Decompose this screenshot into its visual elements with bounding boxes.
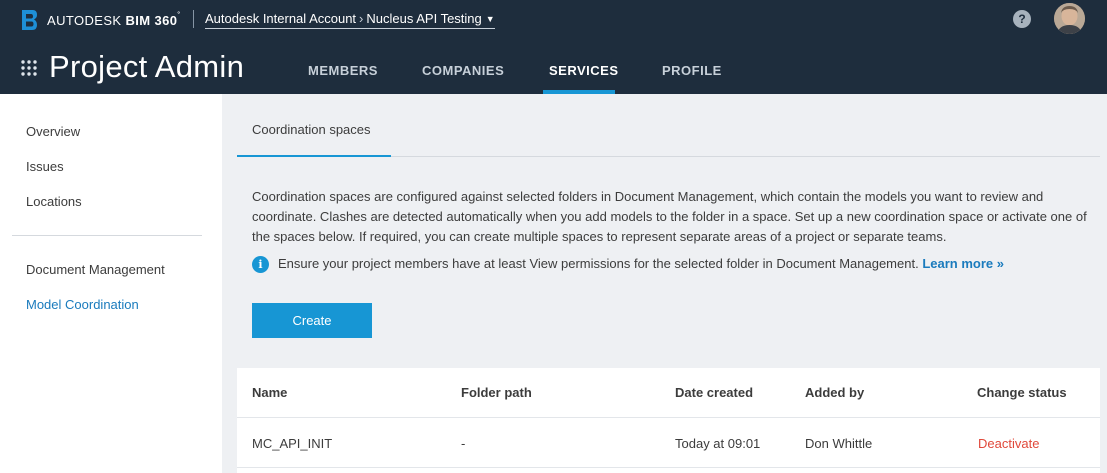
brand-name: AUTODESK BIM 360˚	[47, 11, 181, 28]
column-header-folder-path: Folder path	[461, 385, 532, 400]
sidebar-item-overview[interactable]: Overview	[26, 124, 80, 139]
sidebar-item-model-coordination[interactable]: Model Coordination	[26, 297, 139, 312]
tab-companies[interactable]: COMPANIES	[422, 63, 504, 78]
brand-trademark: ˚	[177, 11, 181, 21]
learn-more-link[interactable]: Learn more »	[922, 256, 1004, 271]
help-icon[interactable]: ?	[1013, 10, 1031, 28]
avatar[interactable]	[1054, 3, 1085, 34]
column-header-change-status: Change status	[977, 385, 1067, 400]
sidebar-item-issues[interactable]: Issues	[26, 159, 64, 174]
top-bar: AUTODESK BIM 360˚ Autodesk Internal Accou…	[0, 0, 1107, 38]
account-name: Autodesk Internal Account	[205, 11, 357, 26]
cell-date-created: Today at 09:01	[675, 436, 761, 451]
column-header-name: Name	[252, 385, 288, 400]
project-name: Nucleus API Testing	[366, 11, 482, 26]
table-header-divider	[237, 417, 1100, 418]
info-message: Ensure your project members have at leas…	[278, 256, 919, 271]
active-tab-indicator	[543, 90, 615, 94]
sidebar-item-locations[interactable]: Locations	[26, 194, 82, 209]
brand-product: BIM 360	[125, 13, 178, 28]
sidebar-item-document-management[interactable]: Document Management	[26, 262, 165, 277]
active-subtab-indicator	[237, 155, 391, 157]
sidebar-divider	[12, 235, 202, 236]
coordination-description: Coordination spaces are configured again…	[252, 189, 1087, 244]
info-text: Ensure your project members have at leas…	[278, 256, 1004, 271]
account-project-selector[interactable]: Autodesk Internal Account › Nucleus API Te…	[205, 11, 495, 29]
create-button[interactable]: Create	[252, 303, 372, 338]
breadcrumb-separator: ›	[359, 11, 364, 26]
apps-grid-icon[interactable]	[21, 60, 37, 76]
column-header-added-by: Added by	[805, 385, 865, 400]
brand-company: AUTODESK	[47, 13, 122, 28]
info-icon: i	[252, 256, 269, 273]
cell-added-by: Don Whittle	[805, 436, 873, 451]
table-row-divider	[237, 467, 1100, 468]
subtab-divider	[391, 156, 1100, 157]
bim360-logo-icon[interactable]	[20, 9, 38, 31]
cell-name: MC_API_INIT	[252, 436, 333, 451]
column-header-date-created: Date created	[675, 385, 754, 400]
tab-services[interactable]: SERVICES	[549, 63, 619, 78]
sidebar: Overview Issues Locations Document Manag…	[0, 94, 222, 473]
page-title: Project Admin	[49, 49, 245, 84]
tab-members[interactable]: MEMBERS	[308, 63, 378, 78]
coordination-spaces-table: Name Folder path Date created Added by C…	[237, 368, 1100, 473]
deactivate-button[interactable]: Deactivate	[978, 436, 1039, 451]
app-header: Project Admin MEMBERS COMPANIES SERVICES…	[0, 38, 1107, 94]
tab-coordination-spaces[interactable]: Coordination spaces	[252, 122, 371, 137]
tab-profile[interactable]: PROFILE	[662, 63, 722, 78]
cell-folder-path: -	[461, 436, 466, 451]
user-avatar-image	[1054, 3, 1085, 34]
brand-divider	[193, 10, 194, 28]
caret-down-icon: ▼	[485, 14, 495, 24]
